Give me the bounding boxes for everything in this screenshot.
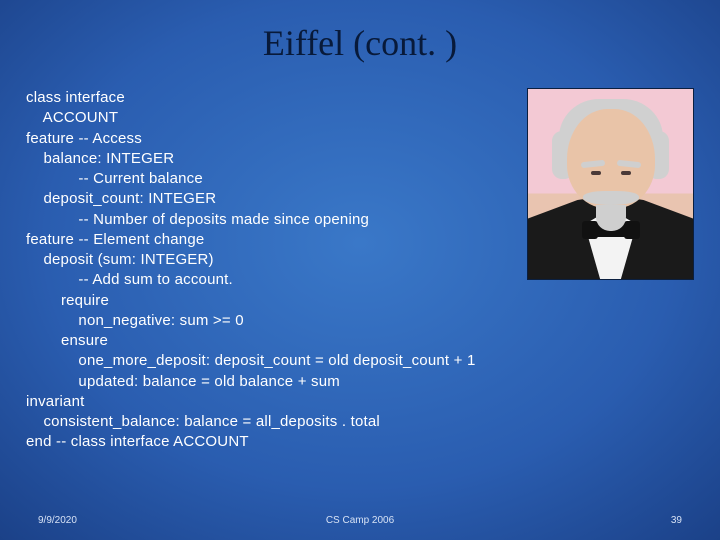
footer-page-number: 39 (671, 515, 682, 526)
slide: Eiffel (cont. ) class interface ACCOUNT … (0, 0, 720, 540)
code-line: -- Add sum to account. (26, 271, 233, 288)
code-line: consistent_balance: balance = all_deposi… (26, 413, 380, 430)
code-line: ACCOUNT (26, 109, 118, 126)
code-line: feature -- Access (26, 130, 142, 147)
code-line: one_more_deposit: deposit_count = old de… (26, 352, 476, 369)
code-line: -- Number of deposits made since opening (26, 211, 369, 228)
code-line: updated: balance = old balance + sum (26, 373, 340, 390)
code-line: class interface (26, 89, 125, 106)
code-listing: class interface ACCOUNT feature -- Acces… (26, 88, 694, 453)
slide-title: Eiffel (cont. ) (0, 22, 720, 64)
code-line: deposit (sum: INTEGER) (26, 251, 214, 268)
code-line: feature -- Element change (26, 231, 204, 248)
code-line: balance: INTEGER (26, 150, 174, 167)
code-line: invariant (26, 393, 85, 410)
code-line: -- Current balance (26, 170, 203, 187)
code-line: require (26, 292, 109, 309)
code-line: end -- class interface ACCOUNT (26, 433, 249, 450)
code-line: deposit_count: INTEGER (26, 190, 216, 207)
code-line: ensure (26, 332, 108, 349)
footer-center: CS Camp 2006 (0, 515, 720, 526)
code-line: non_negative: sum >= 0 (26, 312, 244, 329)
